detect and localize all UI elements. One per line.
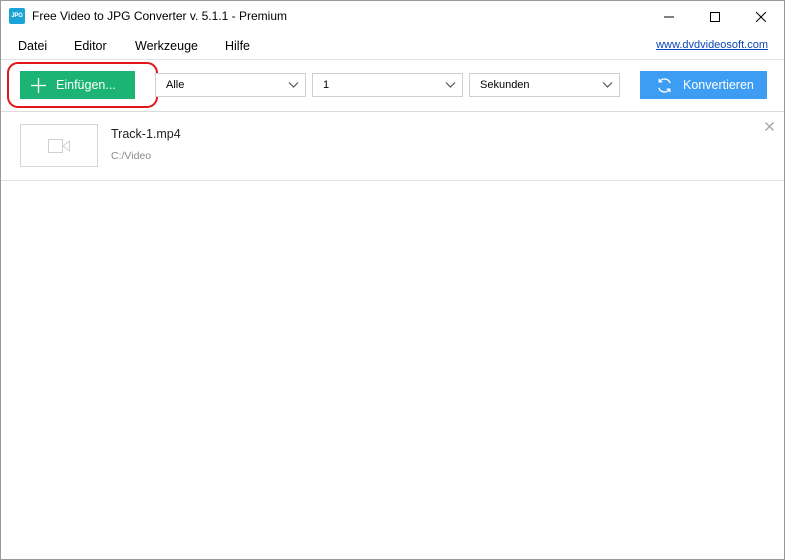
refresh-icon <box>658 77 671 93</box>
window-title: Free Video to JPG Converter v. 5.1.1 - P… <box>32 9 287 23</box>
file-path: C:/Video <box>111 150 152 162</box>
menu-datei[interactable]: Datei <box>18 39 47 53</box>
maximize-icon <box>710 11 720 22</box>
add-files-label: Einfügen... <box>56 78 116 92</box>
unit-select[interactable]: Sekunden <box>469 73 620 97</box>
frames-select[interactable]: Alle <box>155 73 306 97</box>
add-files-button[interactable]: Einfügen... <box>20 71 135 99</box>
chevron-down-icon <box>602 82 613 88</box>
menu-hilfe[interactable]: Hilfe <box>225 39 250 53</box>
convert-button[interactable]: Konvertieren <box>640 71 767 99</box>
interval-select[interactable]: 1 <box>312 73 463 97</box>
toolbar: Einfügen... Alle 1 Sekunden Konvertieren <box>1 60 784 112</box>
file-thumbnail <box>20 124 98 167</box>
video-camera-icon <box>48 138 70 153</box>
app-window: JPG Free Video to JPG Converter v. 5.1.1… <box>0 0 785 560</box>
file-list: Track-1.mp4 C:/Video <box>1 112 784 559</box>
remove-icon[interactable] <box>765 122 774 131</box>
minimize-button[interactable] <box>646 1 692 32</box>
menu-werkzeuge[interactable]: Werkzeuge <box>135 39 198 53</box>
file-row[interactable]: Track-1.mp4 C:/Video <box>1 112 784 181</box>
title-bar: JPG Free Video to JPG Converter v. 5.1.1… <box>1 1 784 32</box>
unit-select-value: Sekunden <box>480 79 530 91</box>
website-link[interactable]: www.dvdvideosoft.com <box>656 39 768 51</box>
close-icon <box>756 11 766 22</box>
menu-editor[interactable]: Editor <box>74 39 107 53</box>
interval-select-value: 1 <box>323 79 330 91</box>
app-icon: JPG <box>9 8 25 24</box>
maximize-button[interactable] <box>692 1 738 32</box>
plus-icon <box>31 77 46 93</box>
chevron-down-icon <box>288 82 299 88</box>
menu-bar: Datei Editor Werkzeuge Hilfe www.dvdvide… <box>1 32 784 60</box>
file-name: Track-1.mp4 <box>111 127 181 141</box>
minimize-icon <box>664 16 674 17</box>
frames-select-value: Alle <box>166 79 185 91</box>
convert-label: Konvertieren <box>683 78 754 92</box>
close-button[interactable] <box>738 1 784 32</box>
chevron-down-icon <box>445 82 456 88</box>
